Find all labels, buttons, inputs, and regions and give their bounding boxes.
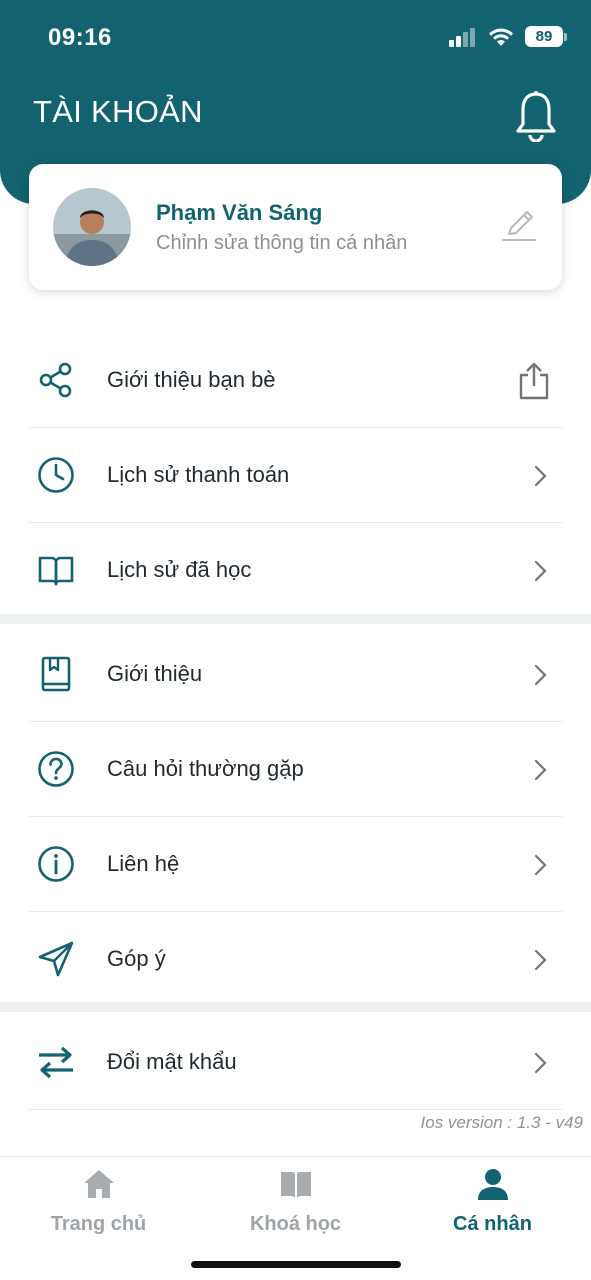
user-icon bbox=[477, 1169, 508, 1200]
menu-item-learning-history[interactable]: Lịch sử đã học bbox=[29, 523, 562, 618]
chevron-right-icon bbox=[534, 664, 547, 686]
menu-item-about[interactable]: Giới thiệu bbox=[29, 627, 562, 722]
chevron-right-icon bbox=[534, 465, 547, 487]
swap-arrows-icon bbox=[39, 1046, 73, 1079]
page-title: TÀI KHOẢN bbox=[33, 94, 203, 129]
send-icon bbox=[38, 941, 74, 977]
bell-icon[interactable] bbox=[514, 90, 558, 142]
status-time: 09:16 bbox=[48, 24, 112, 51]
menu-item-payment-history[interactable]: Lịch sử thanh toán bbox=[29, 428, 562, 523]
share-icon bbox=[39, 362, 72, 398]
menu-item-label: Lịch sử thanh toán bbox=[107, 462, 290, 487]
upload-icon[interactable] bbox=[516, 361, 552, 401]
question-icon bbox=[38, 751, 74, 787]
menu-item-label: Câu hỏi thường gặp bbox=[107, 756, 304, 781]
section-separator bbox=[0, 1002, 591, 1012]
menu-item-faq[interactable]: Câu hỏi thường gặp bbox=[29, 722, 562, 817]
tab-label: Khoá học bbox=[249, 1213, 342, 1235]
app-version: Ios version : 1.3 - v49 bbox=[420, 1113, 583, 1132]
home-icon bbox=[83, 1170, 114, 1198]
book-open-icon bbox=[38, 556, 74, 586]
menu-item-contact[interactable]: Liên hệ bbox=[29, 817, 562, 912]
bookmark-book-icon bbox=[41, 656, 71, 692]
book-icon bbox=[280, 1172, 311, 1198]
status-icons: 89 bbox=[449, 26, 567, 47]
chevron-right-icon bbox=[534, 854, 547, 876]
menu-item-feedback[interactable]: Góp ý bbox=[29, 912, 562, 1007]
tab-profile[interactable]: Cá nhân bbox=[394, 1167, 591, 1236]
menu-item-label: Giới thiệu bbox=[107, 661, 203, 686]
signal-icon bbox=[449, 27, 475, 47]
info-icon bbox=[38, 846, 74, 882]
chevron-right-icon bbox=[534, 1052, 547, 1074]
profile-card[interactable]: Phạm Văn Sáng Chỉnh sửa thông tin cá nhâ… bbox=[29, 164, 562, 290]
tab-home[interactable]: Trang chủ bbox=[0, 1167, 197, 1236]
section-separator bbox=[0, 614, 591, 624]
chevron-right-icon bbox=[534, 759, 547, 781]
chevron-right-icon bbox=[534, 949, 547, 971]
menu-item-change-password[interactable]: Đổi mật khẩu bbox=[29, 1015, 562, 1110]
menu-item-label: Lịch sử đã học bbox=[107, 557, 252, 582]
home-indicator bbox=[191, 1261, 401, 1268]
tab-label: Cá nhân bbox=[453, 1213, 532, 1235]
menu-item-label: Đổi mật khẩu bbox=[107, 1049, 237, 1074]
profile-name: Phạm Văn Sáng bbox=[156, 200, 323, 225]
wifi-icon bbox=[489, 28, 513, 46]
avatar[interactable] bbox=[53, 188, 131, 266]
tab-label: Trang chủ bbox=[50, 1213, 147, 1235]
tab-courses[interactable]: Khoá học bbox=[197, 1167, 394, 1236]
profile-subtitle[interactable]: Chỉnh sửa thông tin cá nhân bbox=[156, 232, 407, 255]
menu-item-label: Liên hệ bbox=[107, 851, 180, 876]
menu-item-label: Giới thiệu bạn bè bbox=[107, 367, 276, 392]
battery-indicator: 89 bbox=[525, 26, 567, 47]
menu-item-label: Góp ý bbox=[107, 946, 166, 971]
menu-item-invite-friends[interactable]: Giới thiệu bạn bè bbox=[29, 333, 562, 428]
chevron-right-icon bbox=[534, 560, 547, 582]
pencil-icon[interactable] bbox=[499, 206, 539, 246]
clock-icon bbox=[38, 457, 74, 493]
battery-level: 89 bbox=[535, 28, 553, 45]
